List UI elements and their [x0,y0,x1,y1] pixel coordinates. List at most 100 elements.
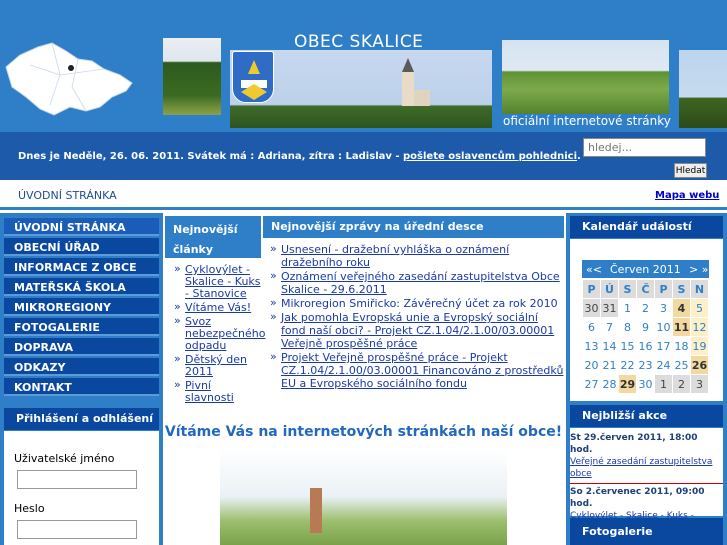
list-item[interactable]: Svoz nebezpečného odpadu [172,315,266,352]
gallery-title: Fotogalerie [570,518,723,545]
calendar-day[interactable]: 15 [618,336,637,356]
calendar-day-event[interactable]: 29 [618,374,637,394]
menu-item-gallery[interactable]: FOTOGALERIE [4,318,159,336]
login-panel: Uživatelské jméno Heslo [4,431,159,545]
calendar-day[interactable]: 12 [690,317,709,337]
menu-item-office[interactable]: OBECNÍ ÚŘAD [4,238,159,256]
article-link[interactable]: Svoz nebezpečného odpadu [185,315,266,352]
list-item[interactable]: Dětský den 2011 [172,353,262,378]
news-link[interactable]: Usnesení - dražební vyhláška o oznámení … [281,243,509,269]
calendar-day[interactable]: 7 [600,317,619,337]
list-item[interactable]: Mikroregion Smiřicko: Závěrečný účet za … [268,296,564,310]
login-title: Přihlášení a odhlášení [4,408,159,430]
weekday-label: S [672,279,691,299]
menu-item-microregions[interactable]: MIKROREGIONY [4,298,159,316]
weekday-label: Ú [600,279,619,299]
weekday-label: N [690,279,709,299]
list-item[interactable]: Usnesení - dražební vyhláška o oznámení … [268,242,564,269]
calendar-day[interactable]: 18 [672,336,691,356]
calendar-day[interactable]: 13 [582,336,601,356]
calendar-day[interactable]: 2 [636,298,655,318]
event-date: So 2.červenec 2011, 09:00 hod. [570,487,705,509]
calendar-day[interactable]: 10 [654,317,673,337]
calendar-next-button[interactable]: > » [689,263,708,276]
calendar-day-event[interactable]: 4 [672,298,691,318]
calendar-day[interactable]: 27 [582,374,601,394]
calendar-day[interactable]: 3 [654,298,673,318]
list-item[interactable]: Jak pomohla Evropská unie a Evropský soc… [268,310,564,350]
article-link[interactable]: Cyklovýlet - Skalice - Kuks - Stanovice [185,263,261,300]
password-field[interactable] [17,520,137,539]
menu-item-kindergarten[interactable]: MATEŘSKÁ ŠKOLA [4,278,159,296]
calendar-day[interactable]: 23 [636,355,655,375]
statue-photo [679,50,727,128]
news-link[interactable]: Oznámení veřejného zasedání zastupitelst… [281,270,560,296]
news-link[interactable]: Jak pomohla Evropská unie a Evropský soc… [281,311,554,350]
calendar-day[interactable]: 6 [582,317,601,337]
menu-item-transport[interactable]: DOPRAVA [4,338,159,356]
calendar-day[interactable]: 2 [672,374,691,394]
calendar-day[interactable]: 16 [636,336,655,356]
home-breadcrumb[interactable]: ÚVODNÍ STRÁNKA [18,189,117,202]
welcome-heading: Vítáme Vás na internetových stránkách na… [164,424,563,440]
calendar-month-label: Červen 2011 [610,263,681,276]
church-tower-image [310,488,322,533]
newest-articles-title: Nejnovější články [165,216,261,258]
article-link[interactable]: Dětský den 2011 [185,353,247,378]
date-text: Dnes je Neděle, 26. 06. 2011. Svátek má … [18,151,403,162]
date-greeting-text: Dnes je Neděle, 26. 06. 2011. Svátek má … [18,151,581,162]
calendar-day[interactable]: 3 [690,374,709,394]
article-link[interactable]: Vítáme Vás! [185,301,251,314]
calendar-day[interactable]: 22 [618,355,637,375]
calendar-day[interactable]: 19 [690,336,709,356]
calendar-day[interactable]: 30 [582,298,601,318]
calendar-day[interactable]: 24 [654,355,673,375]
calendar-day[interactable]: 1 [654,374,673,394]
date-suffix: . [577,151,581,162]
password-label: Heslo [14,502,45,515]
coat-of-arms-icon [241,60,267,100]
list-item[interactable]: Oznámení veřejného zasedání zastupitelst… [268,269,564,296]
calendar-day-today[interactable]: 26 [690,355,709,375]
username-label: Uživatelské jméno [14,452,115,465]
list-item[interactable]: Cyklovýlet - Skalice - Kuks - Stanovice [172,263,262,300]
calendar-day-event[interactable]: 11 [672,317,691,337]
menu-item-contact[interactable]: KONTAKT [4,378,159,396]
calendar-day[interactable]: 30 [636,374,655,394]
calendar-day[interactable]: 20 [582,355,601,375]
calendar-day[interactable]: 31 [600,298,619,318]
event-divider [570,483,723,484]
menu-item-info[interactable]: INFORMACE Z OBCE [4,258,159,276]
calendar-day[interactable]: 21 [600,355,619,375]
event-link[interactable]: Veřejné zasedání zastupitelstva obce [570,457,712,479]
village-photo [220,448,507,545]
search-button[interactable]: Hledat [674,163,707,178]
menu-item-home[interactable]: ÚVODNÍ STRÁNKA [4,218,159,236]
calendar-day[interactable]: 25 [672,355,691,375]
list-item[interactable]: Vítáme Vás! [172,301,262,314]
search-input[interactable] [583,138,706,157]
calendar-day[interactable]: 14 [600,336,619,356]
news-text[interactable]: Mikroregion Smiřicko: Závěrečný účet za … [281,297,558,310]
calendar-grid: P Ú S Č P S N 30 31 1 2 3 4 5 6 7 8 9 10… [582,279,709,394]
calendar-day[interactable]: 28 [600,374,619,394]
site-title: OBEC SKALICE [294,32,424,52]
weekday-label: P [582,279,601,299]
news-link[interactable]: Projekt Veřejně prospěšné práce - Projek… [281,351,563,390]
calendar-day[interactable]: 9 [636,317,655,337]
list-item[interactable]: Pivní slavnosti [172,379,262,404]
article-link[interactable]: Pivní slavnosti [185,379,234,404]
calendar-day[interactable]: 8 [618,317,637,337]
fields-photo [502,40,669,116]
calendar-day[interactable]: 1 [618,298,637,318]
top-navigation: ÚVODNÍ STRÁNKA Mapa webu [0,183,727,210]
username-field[interactable] [17,470,137,489]
list-item[interactable]: Projekt Veřejně prospěšné práce - Projek… [268,350,564,390]
calendar-prev-button[interactable]: «< [586,263,602,276]
send-greeting-link[interactable]: pošlete oslavencům pohlednici [403,151,577,162]
calendar-day[interactable]: 17 [654,336,673,356]
calendar-day[interactable]: 5 [690,298,709,318]
menu-item-links[interactable]: ODKAZY [4,358,159,376]
sitemap-link[interactable]: Mapa webu [655,190,719,201]
news-list: Usnesení - dražební vyhláška o oznámení … [268,242,564,391]
